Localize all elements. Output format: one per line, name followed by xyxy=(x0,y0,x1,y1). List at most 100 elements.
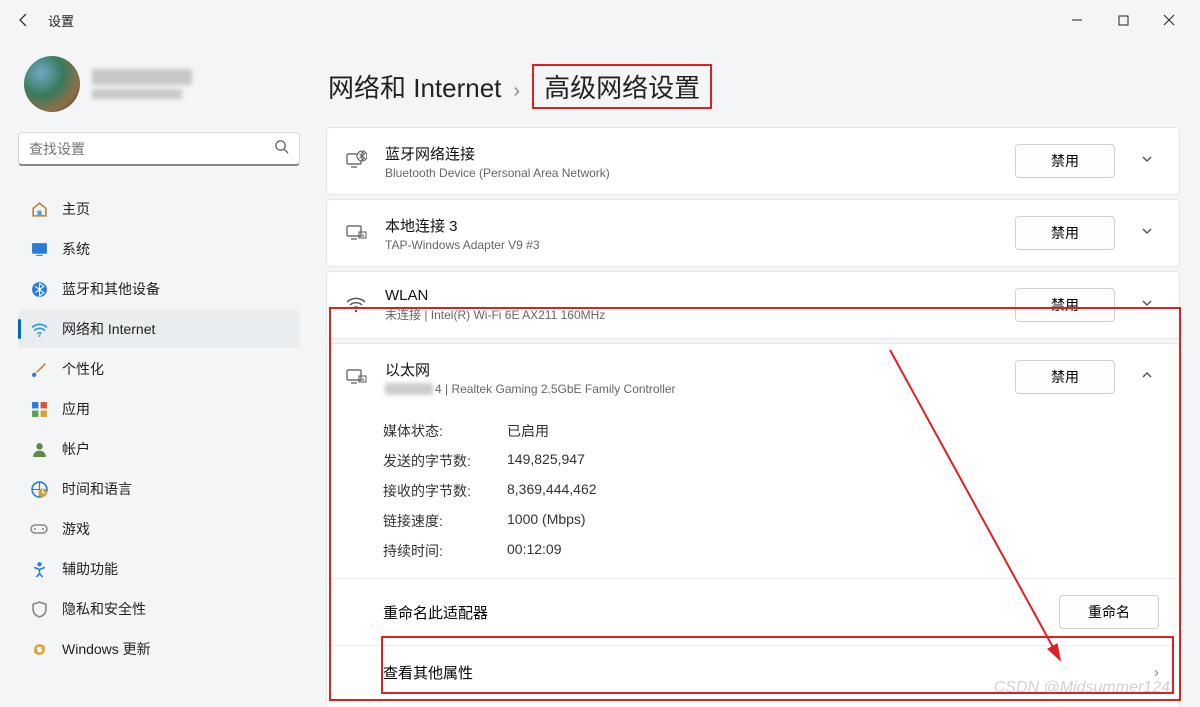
detail-label: 媒体状态: xyxy=(383,421,507,441)
detail-value: 1000 (Mbps) xyxy=(507,511,586,531)
breadcrumb-parent[interactable]: 网络和 Internet xyxy=(328,68,501,105)
sidebar-item-label: 隐私和安全性 xyxy=(62,599,146,619)
chevron-up-icon xyxy=(1140,368,1154,382)
system-icon xyxy=(30,240,48,258)
user-email-redacted xyxy=(92,89,182,99)
adapter-card-local: 本地连接 3 TAP-Windows Adapter V9 #3 禁用 xyxy=(326,199,1180,267)
search-box[interactable] xyxy=(18,132,300,166)
back-button[interactable] xyxy=(8,4,40,36)
expand-toggle[interactable] xyxy=(1133,152,1161,171)
bluetooth-icon xyxy=(30,280,48,298)
disable-button[interactable]: 禁用 xyxy=(1015,288,1115,322)
sidebar-item-update[interactable]: Windows 更新 xyxy=(18,630,300,668)
user-profile[interactable] xyxy=(18,48,300,130)
adapter-sub: 4 | Realtek Gaming 2.5GbE Family Control… xyxy=(385,382,997,396)
adapter-sub: TAP-Windows Adapter V9 #3 xyxy=(385,238,997,252)
sidebar-item-label: 系统 xyxy=(62,239,90,259)
update-icon xyxy=(30,640,48,658)
sidebar-item-accounts[interactable]: 帐户 xyxy=(18,430,300,468)
adapter-card-bluetooth: 蓝牙网络连接 Bluetooth Device (Personal Area Ne… xyxy=(326,127,1180,195)
person-icon xyxy=(30,440,48,458)
adapter-name-redacted xyxy=(385,383,433,395)
gamepad-icon xyxy=(30,520,48,538)
breadcrumb-current: 高级网络设置 xyxy=(532,64,712,109)
chevron-down-icon xyxy=(1140,296,1154,310)
rename-adapter-row: 重命名此适配器 重命名 xyxy=(327,578,1179,645)
sidebar-item-label: 个性化 xyxy=(62,359,104,379)
maximize-icon xyxy=(1118,15,1129,26)
adapter-title: 本地连接 3 xyxy=(385,215,997,236)
main-content: 网络和 Internet › 高级网络设置 蓝牙网络连接 Bluetooth De… xyxy=(310,40,1200,707)
more-options-row: 更多适配器选项 编辑 xyxy=(327,699,1179,707)
sidebar-item-apps[interactable]: 应用 xyxy=(18,390,300,428)
ethernet-icon xyxy=(345,222,367,244)
chevron-down-icon xyxy=(1140,152,1154,166)
sidebar-item-label: 应用 xyxy=(62,399,90,419)
sidebar-item-label: 时间和语言 xyxy=(62,479,132,499)
detail-value: 8,369,444,462 xyxy=(507,481,597,501)
collapse-toggle[interactable] xyxy=(1133,368,1161,387)
adapter-title: 蓝牙网络连接 xyxy=(385,143,997,164)
sidebar-item-network[interactable]: 网络和 Internet xyxy=(18,310,300,348)
adapter-details: 媒体状态:已启用 发送的字节数:149,825,947 接收的字节数:8,369… xyxy=(327,410,1179,578)
apps-icon xyxy=(30,400,48,418)
home-icon xyxy=(30,200,48,218)
sidebar: 主页 系统 蓝牙和其他设备 网络和 Internet 个性化 应用 帐户 时间和… xyxy=(0,40,310,707)
detail-label: 发送的字节数: xyxy=(383,451,507,471)
expand-toggle[interactable] xyxy=(1133,224,1161,243)
sidebar-item-privacy[interactable]: 隐私和安全性 xyxy=(18,590,300,628)
view-properties-row[interactable]: 查看其他属性 › xyxy=(327,645,1179,699)
bluetooth-pc-icon xyxy=(345,150,367,172)
sidebar-item-system[interactable]: 系统 xyxy=(18,230,300,268)
rename-button[interactable]: 重命名 xyxy=(1059,595,1159,629)
detail-value: 已启用 xyxy=(507,421,549,441)
arrow-left-icon xyxy=(16,12,32,28)
sidebar-item-label: 主页 xyxy=(62,199,90,219)
globe-icon xyxy=(30,480,48,498)
window-title: 设置 xyxy=(48,11,74,30)
sidebar-item-time[interactable]: 时间和语言 xyxy=(18,470,300,508)
breadcrumb: 网络和 Internet › 高级网络设置 xyxy=(328,64,1180,109)
adapter-sub: Bluetooth Device (Personal Area Network) xyxy=(385,166,997,180)
adapter-title: 以太网 xyxy=(385,359,997,380)
avatar xyxy=(24,56,80,112)
row-label: 查看其他属性 xyxy=(383,662,473,683)
chevron-down-icon xyxy=(1140,224,1154,238)
ethernet-icon xyxy=(345,366,367,388)
expand-toggle[interactable] xyxy=(1133,296,1161,315)
search-icon xyxy=(274,139,289,159)
brush-icon xyxy=(30,360,48,378)
sidebar-item-gaming[interactable]: 游戏 xyxy=(18,510,300,548)
sidebar-item-label: 蓝牙和其他设备 xyxy=(62,279,160,299)
adapter-sub: 未连接 | Intel(R) Wi-Fi 6E AX211 160MHz xyxy=(385,306,997,323)
sidebar-item-bluetooth[interactable]: 蓝牙和其他设备 xyxy=(18,270,300,308)
chevron-right-icon: › xyxy=(1154,664,1159,681)
accessibility-icon xyxy=(30,560,48,578)
close-icon xyxy=(1163,14,1175,26)
wifi-icon xyxy=(345,297,367,313)
disable-button[interactable]: 禁用 xyxy=(1015,216,1115,250)
detail-value: 149,825,947 xyxy=(507,451,585,471)
minimize-icon xyxy=(1071,14,1083,26)
disable-button[interactable]: 禁用 xyxy=(1015,144,1115,178)
row-label: 重命名此适配器 xyxy=(383,602,488,623)
chevron-right-icon: › xyxy=(513,80,520,103)
sidebar-item-accessibility[interactable]: 辅助功能 xyxy=(18,550,300,588)
adapter-title: WLAN xyxy=(385,287,997,304)
sidebar-item-personalize[interactable]: 个性化 xyxy=(18,350,300,388)
sidebar-item-label: 网络和 Internet xyxy=(62,319,155,339)
detail-label: 链接速度: xyxy=(383,511,507,531)
sidebar-item-home[interactable]: 主页 xyxy=(18,190,300,228)
disable-button[interactable]: 禁用 xyxy=(1015,360,1115,394)
maximize-button[interactable] xyxy=(1100,4,1146,36)
detail-label: 持续时间: xyxy=(383,541,507,561)
sidebar-item-label: 游戏 xyxy=(62,519,90,539)
wifi-icon xyxy=(30,320,48,338)
search-input[interactable] xyxy=(29,141,274,157)
sidebar-item-label: 辅助功能 xyxy=(62,559,118,579)
sidebar-item-label: Windows 更新 xyxy=(62,639,151,659)
user-name-redacted xyxy=(92,69,192,85)
close-button[interactable] xyxy=(1146,4,1192,36)
shield-icon xyxy=(30,600,48,618)
minimize-button[interactable] xyxy=(1054,4,1100,36)
